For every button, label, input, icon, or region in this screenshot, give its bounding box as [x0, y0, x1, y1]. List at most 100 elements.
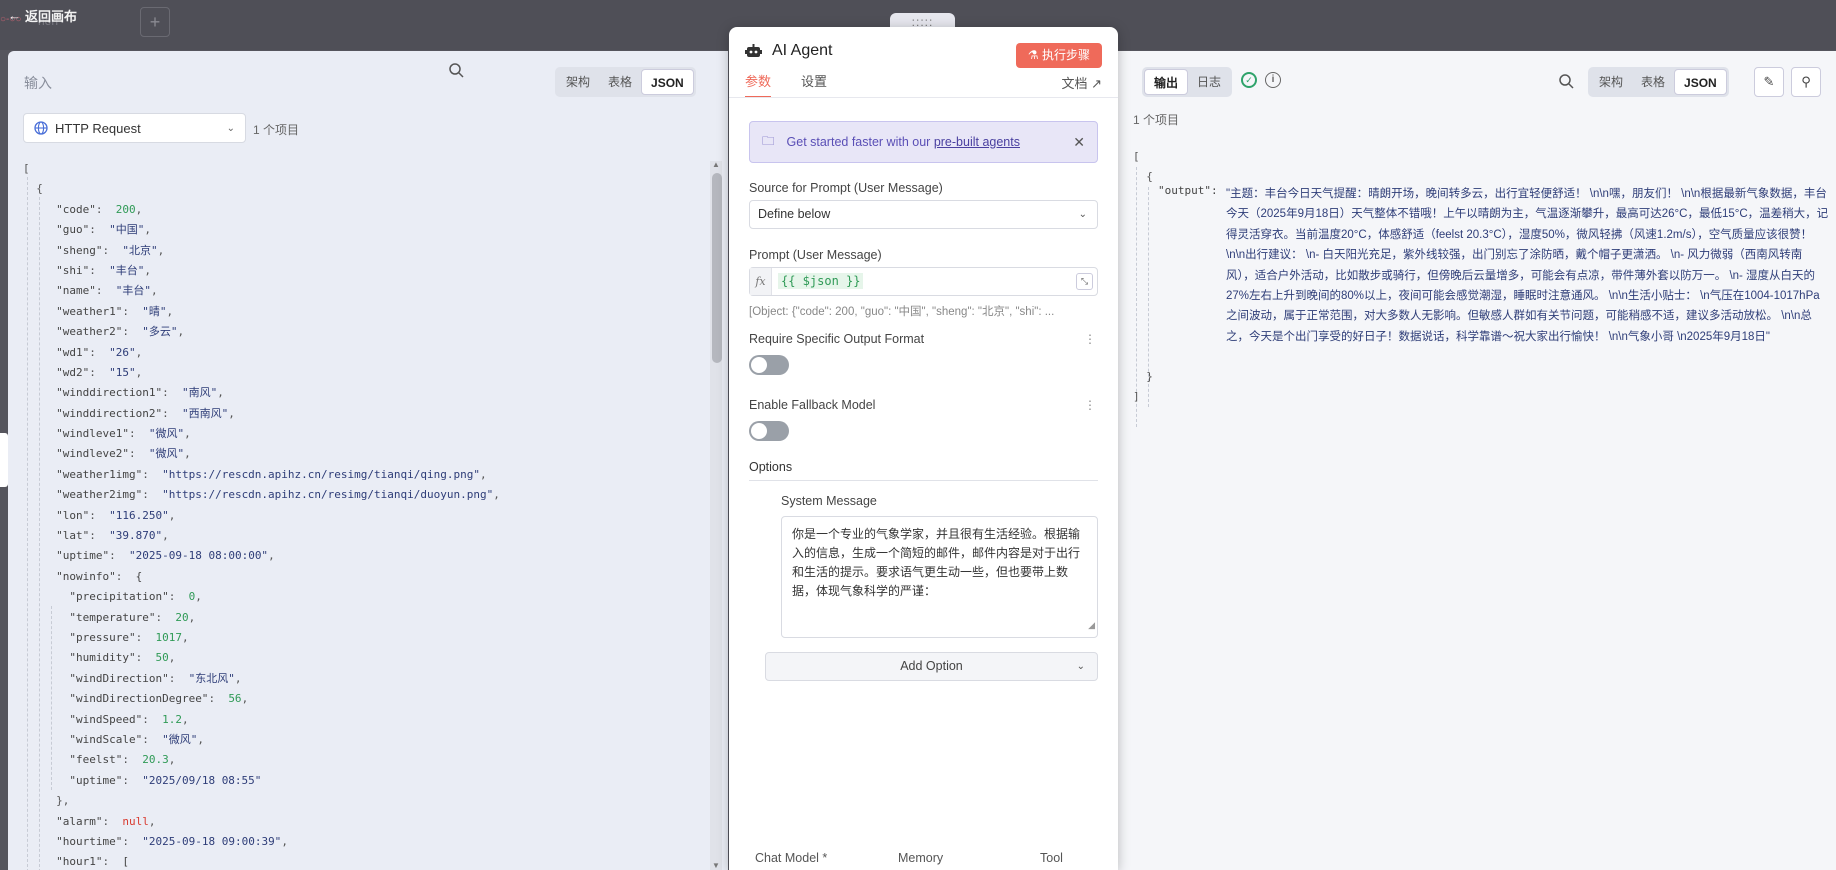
- flask-icon: ⚗: [1027, 48, 1042, 62]
- fallback-toggle[interactable]: [749, 421, 789, 441]
- tool-slot[interactable]: Tool: [1040, 851, 1063, 865]
- agent-settings-panel: AI Agent ⚗ 执行步骤 参数 设置 文档 ↗ 🗀 Get started…: [729, 27, 1118, 870]
- prompt-expression-input[interactable]: fx {{ $json }} ⤡: [749, 267, 1098, 296]
- json-line: "lat": "39.870",: [56, 529, 169, 543]
- json-value: "2025-09-18 08:00:00": [128, 549, 269, 563]
- execute-step-button[interactable]: ⚗ 执行步骤: [1015, 43, 1102, 68]
- json-value: "丰台": [115, 284, 151, 298]
- view-json-button[interactable]: JSON: [641, 69, 694, 95]
- json-line: "windScale": "微风",: [69, 732, 204, 746]
- scroll-down-icon[interactable]: ▼: [712, 861, 720, 870]
- scroll-up-icon[interactable]: ▲: [712, 160, 720, 169]
- search-icon[interactable]: [1558, 73, 1574, 89]
- input-json-view: [ { "code": 200, "guo": "中国", "sheng": "…: [23, 159, 500, 870]
- json-key: "weather2img": [56, 488, 143, 502]
- input-view-toggle: 架构 表格 JSON: [555, 67, 696, 97]
- json-key: "lat": [56, 529, 90, 543]
- output-json-close: } ]: [1133, 367, 1153, 408]
- json-value: 200: [115, 202, 136, 216]
- json-value: "北京": [122, 243, 158, 257]
- banner-text: Get started faster with our: [786, 135, 931, 149]
- output-panel: 输出 日志 ✓ i 架构 表格 JSON ✎ ⚲ 1 个项目 [ { "outp…: [1118, 51, 1836, 870]
- pencil-icon: ✎: [1763, 74, 1775, 89]
- json-line: "guo": "中国",: [56, 223, 151, 237]
- docs-link[interactable]: 文档 ↗: [1061, 73, 1102, 92]
- input-node-select[interactable]: HTTP Request ⌄: [23, 113, 246, 143]
- add-option-button[interactable]: Add Option ⌄: [765, 652, 1098, 681]
- close-icon[interactable]: ✕: [1073, 134, 1085, 151]
- json-value: 0: [188, 590, 196, 604]
- view-schema-button[interactable]: 架构: [557, 69, 599, 95]
- prompt-expression: {{ $json }}: [778, 273, 864, 289]
- chat-model-slot[interactable]: Chat Model *: [755, 851, 827, 865]
- json-value: "南风": [181, 386, 218, 400]
- search-icon[interactable]: [448, 62, 464, 78]
- require-format-toggle[interactable]: [749, 355, 789, 375]
- json-key: "winddirection2": [56, 406, 163, 420]
- pin-data-button[interactable]: ⚲: [1791, 67, 1821, 97]
- chevron-down-icon: ⌄: [226, 122, 235, 134]
- view-table-button[interactable]: 表格: [1632, 69, 1674, 95]
- source-prompt-select[interactable]: Define below ⌄: [749, 200, 1098, 229]
- view-table-button[interactable]: 表格: [599, 69, 641, 95]
- json-line: "winddirection1": "南风",: [56, 386, 224, 400]
- json-key: "precipitation": [69, 590, 169, 604]
- tab-output[interactable]: 输出: [1144, 69, 1189, 95]
- input-node-name: HTTP Request: [55, 120, 141, 136]
- json-value: "https://rescdn.apihz.cn/resimg/tianqi/d…: [162, 488, 494, 502]
- output-item-count: 1 个项目: [1133, 113, 1180, 127]
- edit-output-button[interactable]: ✎: [1754, 67, 1784, 97]
- json-value: "26": [109, 345, 136, 359]
- input-panel: 输入 架构 表格 JSON HTTP Request ⌄ 1 个项目 [ { "…: [8, 51, 728, 870]
- json-line: "precipitation": 0,: [69, 590, 202, 604]
- json-line: "nowinfo": {: [56, 569, 143, 583]
- system-message-textarea[interactable]: 你是一个专业的气象学家，并且很有生活经验。根据输入的信息，生成一个简短的邮件，邮…: [781, 516, 1098, 638]
- json-key: "name": [56, 284, 96, 298]
- json-value: "39.870": [109, 529, 163, 543]
- info-icon[interactable]: i: [1265, 72, 1281, 88]
- success-check-icon: ✓: [1241, 72, 1257, 88]
- tab-log[interactable]: 日志: [1188, 69, 1230, 95]
- input-scrollbar[interactable]: ▲ ▼: [710, 160, 722, 870]
- prebuilt-agents-banner: 🗀 Get started faster with our pre-built …: [749, 121, 1098, 163]
- add-node-button[interactable]: +: [140, 7, 170, 37]
- prebuilt-agents-link[interactable]: pre-built agents: [934, 135, 1020, 149]
- json-line: "uptime": "2025-09-18 08:00:00",: [56, 549, 275, 563]
- more-options-icon[interactable]: ⋮: [1084, 332, 1096, 346]
- json-line: "shi": "丰台",: [56, 263, 151, 277]
- view-json-button[interactable]: JSON: [1674, 69, 1727, 95]
- json-key: "windDirectionDegree": [69, 692, 209, 706]
- json-line: "weather1img": "https://rescdn.apihz.cn/…: [56, 467, 487, 481]
- resize-grip-icon[interactable]: ◢: [1088, 616, 1095, 635]
- agent-title: AI Agent: [772, 42, 833, 59]
- briefcase-icon: 🗀: [762, 133, 775, 148]
- json-line: },: [23, 791, 500, 811]
- tab-parameters[interactable]: 参数: [745, 71, 772, 98]
- back-to-canvas-link[interactable]: ← 返回画布: [8, 6, 77, 25]
- json-line: "pressure": 1017,: [69, 630, 189, 644]
- json-key: "windleve1": [56, 427, 129, 441]
- json-value: "西南风": [181, 406, 229, 420]
- json-line: "name": "丰台",: [56, 284, 158, 298]
- source-prompt-label: Source for Prompt (User Message): [749, 181, 943, 195]
- json-line: "wd2": "15",: [56, 365, 143, 379]
- more-options-icon[interactable]: ⋮: [1084, 398, 1096, 412]
- view-schema-button[interactable]: 架构: [1590, 69, 1632, 95]
- json-key: "winddirection1": [56, 386, 163, 400]
- json-value: "微风": [148, 427, 185, 441]
- memory-slot[interactable]: Memory: [898, 851, 943, 865]
- json-line: "hour1": [: [56, 855, 129, 869]
- json-line: "code": 200,: [56, 202, 143, 216]
- json-key: "windScale": [69, 732, 143, 746]
- options-heading: Options: [749, 460, 1098, 481]
- json-value: 20.3: [142, 753, 169, 767]
- tab-settings[interactable]: 设置: [801, 71, 827, 98]
- agent-tabs: 参数 设置: [745, 71, 827, 98]
- chevron-down-icon: ⌄: [1078, 209, 1087, 220]
- json-key: "weather1": [56, 304, 123, 318]
- scrollbar-thumb[interactable]: [712, 173, 722, 363]
- arrow-left-icon: ←: [8, 8, 21, 23]
- json-brace-close: }: [1133, 370, 1153, 383]
- json-line: "feelst": 20.3,: [69, 753, 176, 767]
- expand-editor-icon[interactable]: ⤡: [1076, 273, 1093, 290]
